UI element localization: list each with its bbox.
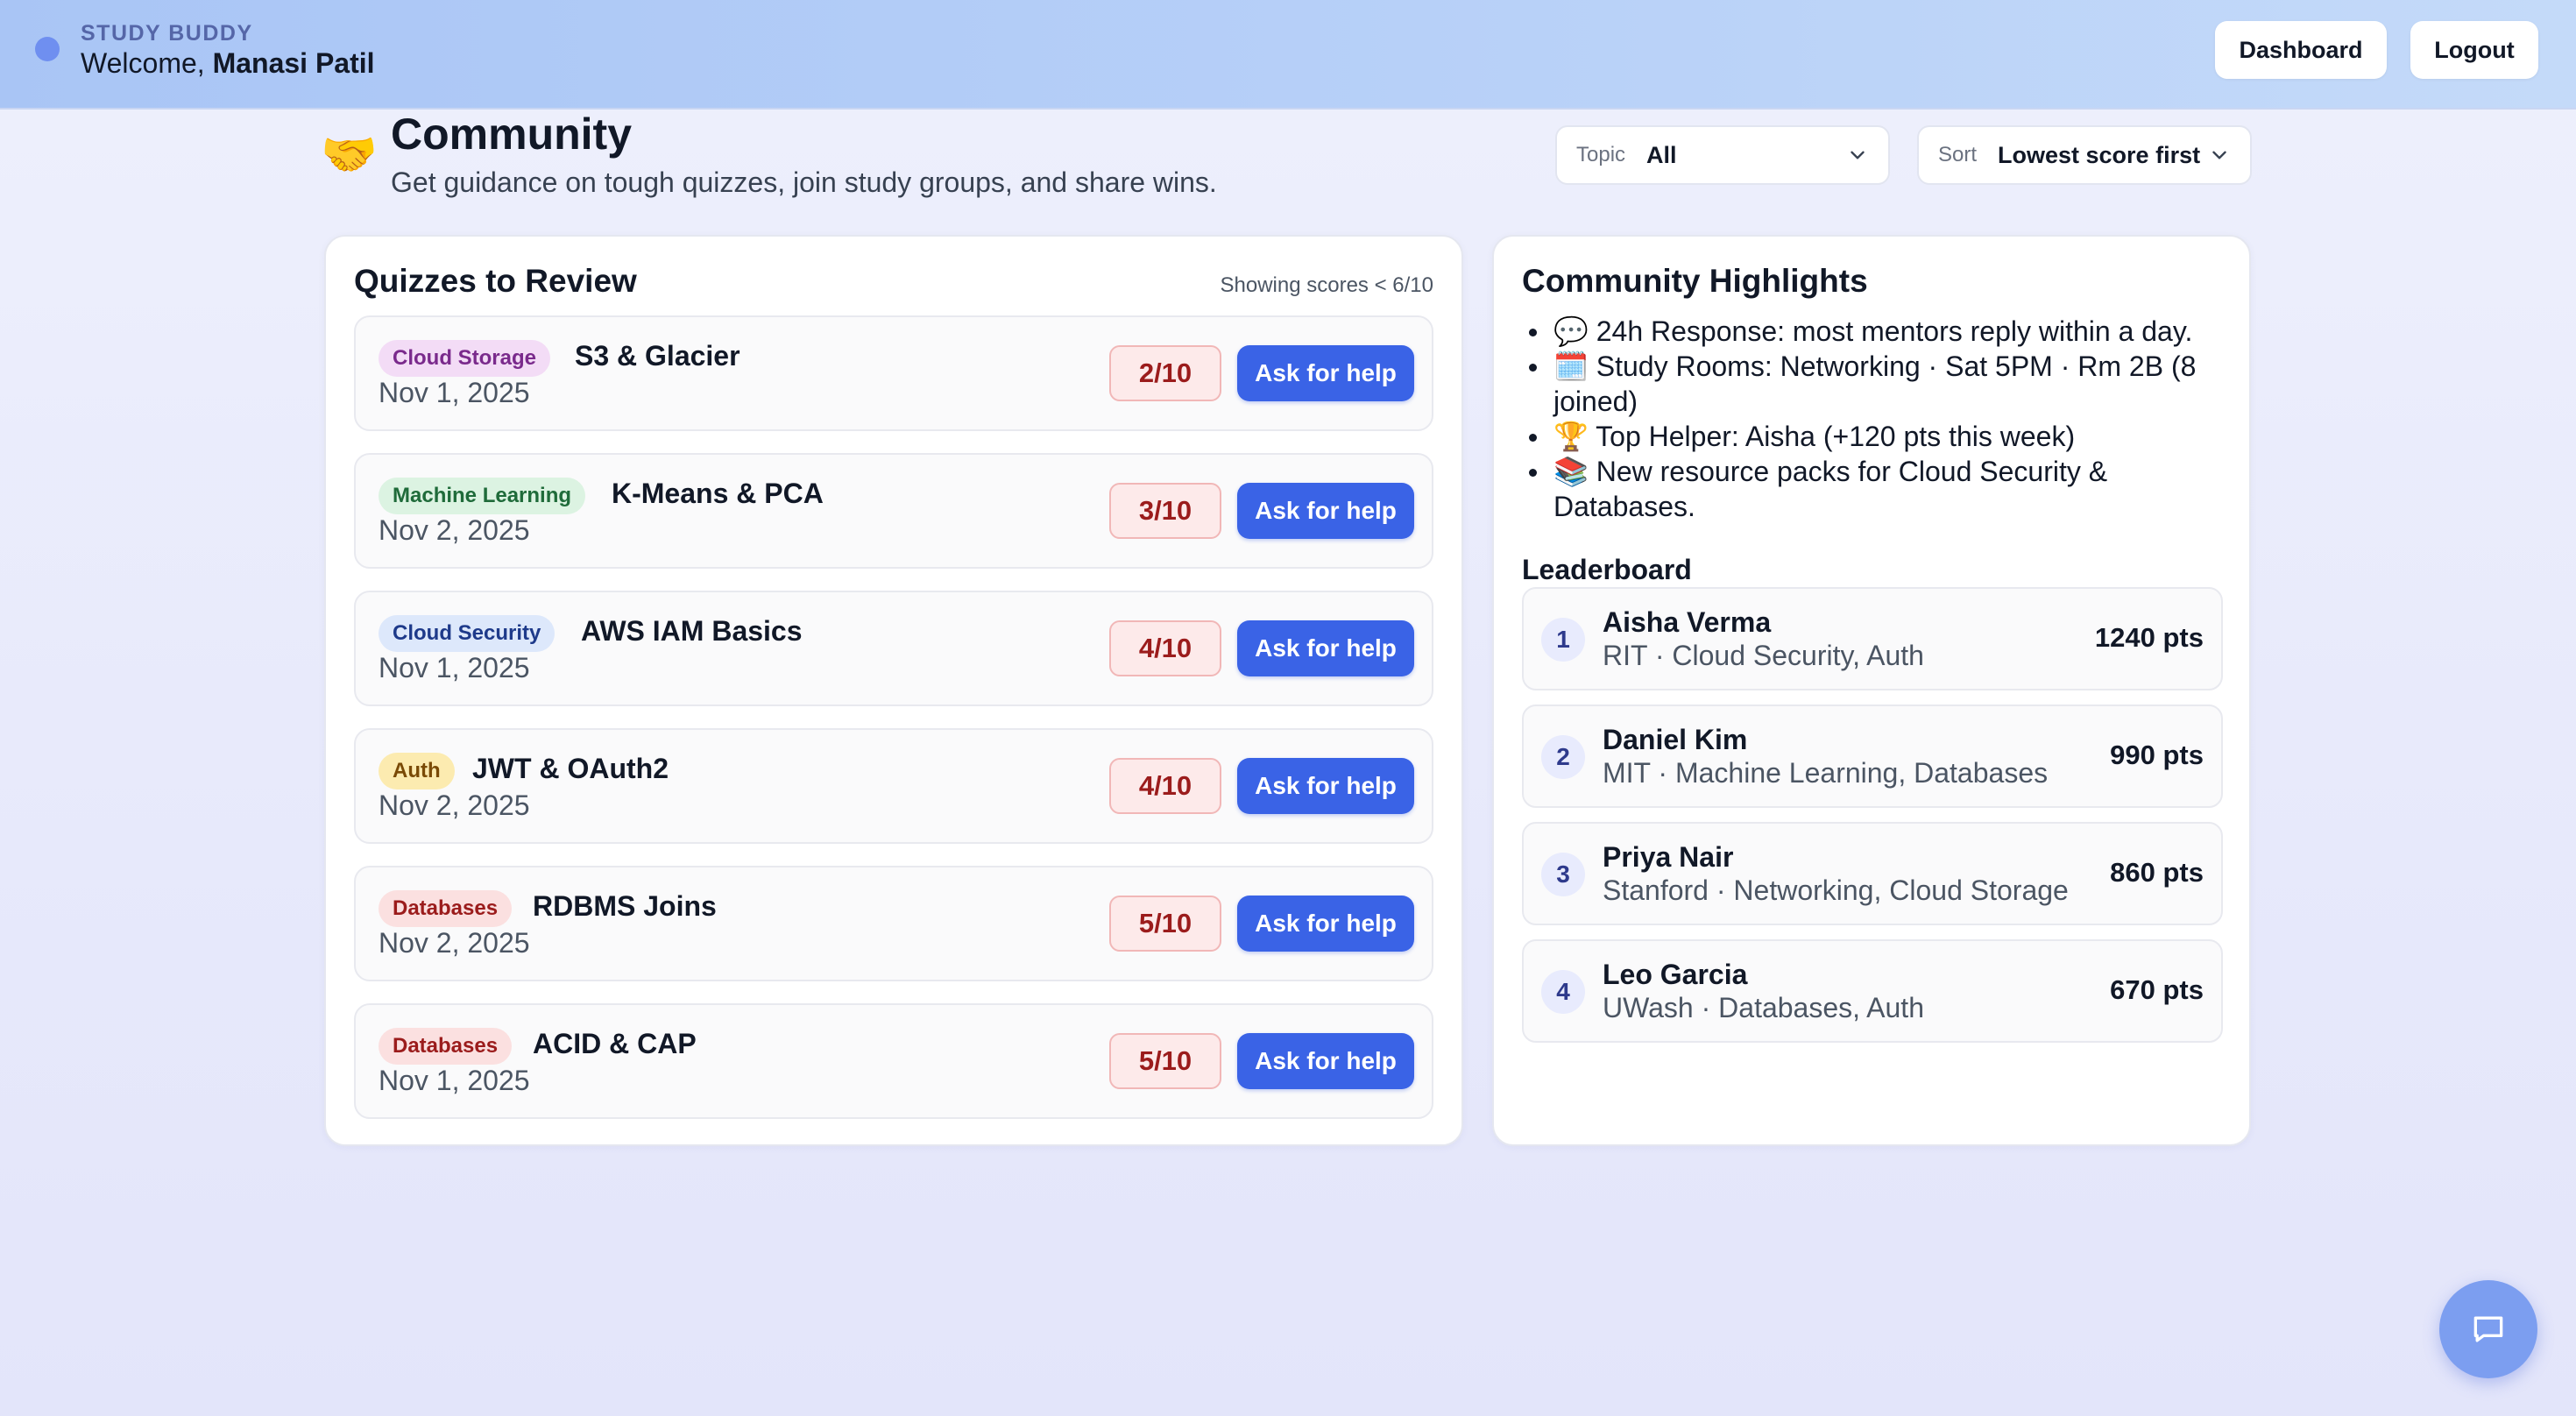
quiz-card: Databases ACID & CAP Nov 1, 2025 5/10 As… bbox=[354, 1003, 1433, 1119]
highlight-item: 💬 24h Response: most mentors reply withi… bbox=[1522, 314, 2223, 349]
quiz-card: Cloud Storage S3 & Glacier Nov 1, 2025 2… bbox=[354, 315, 1433, 431]
member-points: 860 pts bbox=[2110, 857, 2204, 888]
welcome-prefix: Welcome, bbox=[81, 47, 205, 79]
quiz-date: Nov 1, 2025 bbox=[379, 652, 530, 683]
quiz-title: RDBMS Joins bbox=[533, 890, 717, 922]
topic-tag: Auth bbox=[379, 753, 455, 789]
rank-badge: 4 bbox=[1541, 970, 1585, 1014]
member-meta: UWash · Databases, Auth bbox=[1603, 992, 1924, 1023]
highlight-item: 🗓️ Study Rooms: Networking · Sat 5PM · R… bbox=[1522, 349, 2223, 419]
handshake-icon: 🤝 bbox=[321, 130, 378, 181]
leaderboard-row: 3 Priya Nair Stanford · Networking, Clou… bbox=[1522, 822, 2223, 925]
member-points: 990 pts bbox=[2110, 740, 2204, 770]
score-badge: 4/10 bbox=[1109, 758, 1221, 814]
chevron-down-icon bbox=[2212, 151, 2226, 159]
topic-filter-value: All bbox=[1646, 141, 1677, 168]
member-name: Daniel Kim bbox=[1603, 724, 1748, 755]
quiz-card: Auth JWT & OAuth2 Nov 2, 2025 4/10 Ask f… bbox=[354, 728, 1433, 844]
quiz-title: AWS IAM Basics bbox=[581, 615, 803, 647]
page-title: Community bbox=[391, 110, 632, 159]
quiz-date: Nov 1, 2025 bbox=[379, 1065, 530, 1096]
logout-button[interactable]: Logout bbox=[2410, 21, 2538, 79]
sort-label: Sort bbox=[1938, 143, 1978, 166]
score-badge: 4/10 bbox=[1109, 620, 1221, 676]
chat-bubble-icon bbox=[2473, 1316, 2503, 1342]
member-points: 1240 pts bbox=[2094, 622, 2204, 653]
quiz-card: Databases RDBMS Joins Nov 2, 2025 5/10 A… bbox=[354, 866, 1433, 981]
topic-tag: Cloud Security bbox=[379, 615, 556, 652]
quiz-title: ACID & CAP bbox=[533, 1028, 697, 1059]
topic-tag: Databases bbox=[379, 1028, 513, 1065]
member-meta: MIT · Machine Learning, Databases bbox=[1603, 757, 2049, 789]
quiz-date: Nov 2, 2025 bbox=[379, 927, 530, 959]
welcome-message: Welcome, Manasi Patil bbox=[81, 47, 375, 80]
leaderboard-title: Leaderboard bbox=[1522, 554, 1692, 585]
dashboard-button[interactable]: Dashboard bbox=[2215, 21, 2387, 79]
ask-for-help-button[interactable]: Ask for help bbox=[1237, 345, 1414, 401]
quiz-card: Cloud Security AWS IAM Basics Nov 1, 202… bbox=[354, 591, 1433, 706]
quiz-title: JWT & OAuth2 bbox=[472, 753, 669, 784]
chat-button[interactable] bbox=[2439, 1280, 2537, 1378]
topic-filter-select[interactable]: Topic All bbox=[1555, 125, 1890, 185]
ask-for-help-button[interactable]: Ask for help bbox=[1237, 896, 1414, 952]
ask-for-help-button[interactable]: Ask for help bbox=[1237, 758, 1414, 814]
chevron-down-icon bbox=[1851, 151, 1865, 159]
member-name: Aisha Verma bbox=[1603, 606, 1772, 638]
member-name: Priya Nair bbox=[1603, 841, 1734, 873]
leaderboard-row: 1 Aisha Verma RIT · Cloud Security, Auth… bbox=[1522, 587, 2223, 690]
quiz-date: Nov 2, 2025 bbox=[379, 789, 530, 821]
quiz-date: Nov 2, 2025 bbox=[379, 514, 530, 546]
ask-for-help-button[interactable]: Ask for help bbox=[1237, 483, 1414, 539]
score-badge: 5/10 bbox=[1109, 896, 1221, 952]
score-badge: 5/10 bbox=[1109, 1033, 1221, 1089]
score-badge: 3/10 bbox=[1109, 483, 1221, 539]
page-subtitle: Get guidance on tough quizzes, join stud… bbox=[391, 166, 1217, 198]
topic-tag: Databases bbox=[379, 890, 513, 927]
brand-name: STUDY BUDDY bbox=[81, 21, 253, 46]
quiz-title: S3 & Glacier bbox=[575, 340, 740, 372]
topic-tag: Machine Learning bbox=[379, 478, 586, 514]
user-name: Manasi Patil bbox=[212, 47, 375, 79]
quiz-card: Machine Learning K-Means & PCA Nov 2, 20… bbox=[354, 453, 1433, 569]
highlights-title: Community Highlights bbox=[1522, 263, 1868, 299]
rank-badge: 3 bbox=[1541, 853, 1585, 896]
member-meta: RIT · Cloud Security, Auth bbox=[1603, 640, 1924, 671]
quiz-title: K-Means & PCA bbox=[612, 478, 824, 509]
quizzes-panel: Quizzes to Review Showing scores < 6/10 … bbox=[324, 235, 1463, 1146]
highlights-panel: Community Highlights 💬 24h Response: mos… bbox=[1492, 235, 2251, 1146]
member-name: Leo Garcia bbox=[1603, 959, 1748, 990]
member-meta: Stanford · Networking, Cloud Storage bbox=[1603, 874, 2069, 906]
sort-select[interactable]: Sort Lowest score first bbox=[1917, 125, 2252, 185]
highlights-list: 💬 24h Response: most mentors reply withi… bbox=[1522, 314, 2223, 524]
brand-dot-icon bbox=[35, 37, 60, 61]
score-filter-note: Showing scores < 6/10 bbox=[1220, 273, 1433, 297]
leaderboard-row: 2 Daniel Kim MIT · Machine Learning, Dat… bbox=[1522, 704, 2223, 808]
ask-for-help-button[interactable]: Ask for help bbox=[1237, 620, 1414, 676]
ask-for-help-button[interactable]: Ask for help bbox=[1237, 1033, 1414, 1089]
topic-tag: Cloud Storage bbox=[379, 340, 551, 377]
topic-filter-label: Topic bbox=[1576, 143, 1626, 166]
sort-value: Lowest score first bbox=[1998, 141, 2201, 168]
member-points: 670 pts bbox=[2110, 974, 2204, 1005]
quiz-date: Nov 1, 2025 bbox=[379, 377, 530, 408]
quizzes-title: Quizzes to Review bbox=[354, 263, 637, 299]
leaderboard-row: 4 Leo Garcia UWash · Databases, Auth 670… bbox=[1522, 939, 2223, 1043]
top-bar: STUDY BUDDY Welcome, Manasi Patil Dashbo… bbox=[0, 0, 2576, 110]
highlight-item: 🏆 Top Helper: Aisha (+120 pts this week) bbox=[1522, 419, 2223, 454]
highlight-item: 📚 New resource packs for Cloud Security … bbox=[1522, 454, 2223, 524]
rank-badge: 2 bbox=[1541, 735, 1585, 779]
score-badge: 2/10 bbox=[1109, 345, 1221, 401]
rank-badge: 1 bbox=[1541, 618, 1585, 662]
